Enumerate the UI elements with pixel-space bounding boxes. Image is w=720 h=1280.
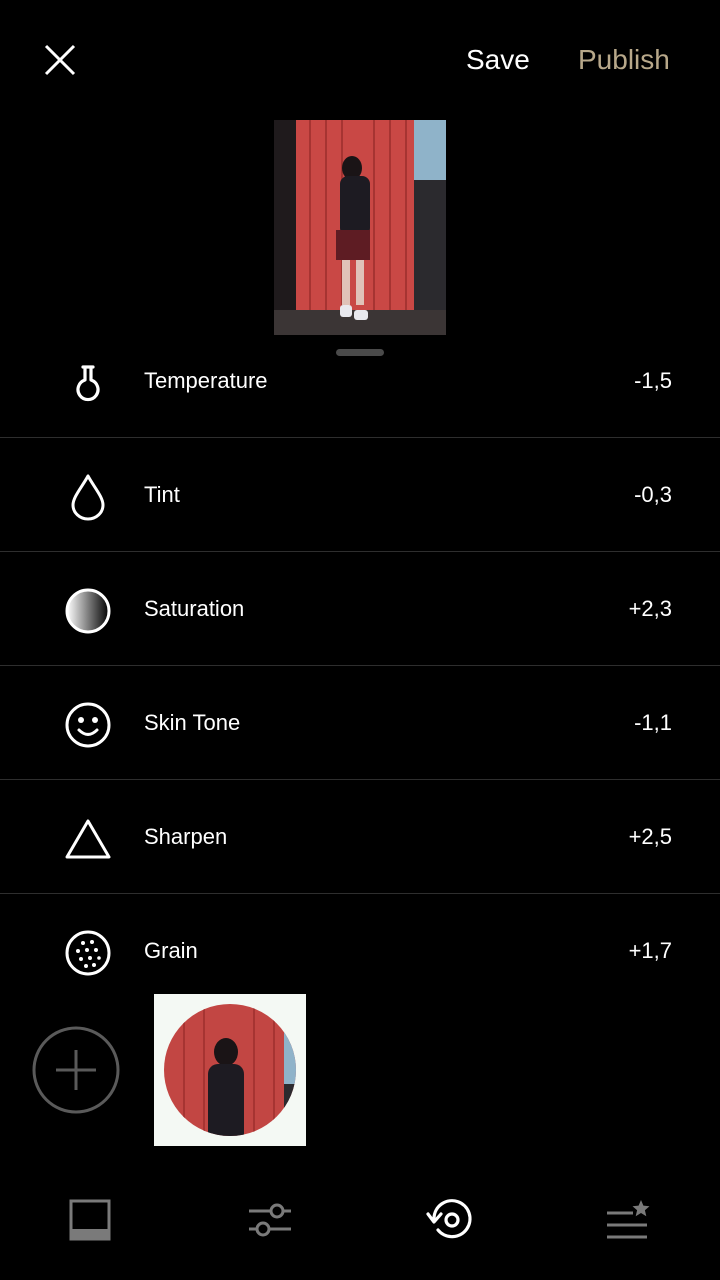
nav-adjust[interactable] <box>240 1190 300 1250</box>
adjustment-value: -1,1 <box>634 710 672 735</box>
adjustment-list: Temperature -1,5 Tint -0,3 Saturation +2… <box>0 324 720 1008</box>
frame-icon <box>69 1199 111 1241</box>
recipes-icon <box>607 1200 650 1239</box>
thermometer-icon <box>62 357 114 409</box>
bottom-toolbar <box>0 1180 720 1260</box>
adjustment-value: +1,7 <box>628 938 672 963</box>
nav-frame[interactable] <box>60 1190 120 1250</box>
adjustment-label: Tint <box>144 482 180 507</box>
droplet-icon <box>62 471 114 523</box>
adjustment-row-skin-tone[interactable]: Skin Tone -1,1 <box>0 666 720 780</box>
photo-preview <box>274 120 446 335</box>
close-icon <box>44 44 76 76</box>
adjustment-row-saturation[interactable]: Saturation +2,3 <box>0 552 720 666</box>
adjustment-value: +2,3 <box>628 596 672 621</box>
grain-icon <box>62 927 114 979</box>
preset-thumbnail[interactable] <box>154 994 306 1146</box>
add-preset-button[interactable] <box>32 1026 120 1114</box>
adjustment-label: Skin Tone <box>144 710 241 735</box>
adjustment-label: Grain <box>144 938 198 963</box>
adjustment-row-tint[interactable]: Tint -0,3 <box>0 438 720 552</box>
history-icon <box>426 1199 472 1239</box>
sliders-icon <box>249 1203 291 1237</box>
adjustment-row-sharpen[interactable]: Sharpen +2,5 <box>0 780 720 894</box>
adjustment-row-grain[interactable]: Grain +1,7 <box>0 894 720 1008</box>
saturation-icon <box>62 585 114 637</box>
adjustment-value: -0,3 <box>634 482 672 507</box>
adjustment-label: Saturation <box>144 596 245 621</box>
plus-circle-icon <box>32 1026 120 1114</box>
nav-history[interactable] <box>420 1190 480 1250</box>
publish-button[interactable]: Publish <box>578 40 670 80</box>
triangle-icon <box>62 813 114 865</box>
adjustment-label: Temperature <box>144 368 268 393</box>
nav-recipes[interactable] <box>598 1190 658 1250</box>
adjustment-value: -1,5 <box>634 368 672 393</box>
close-button[interactable] <box>38 38 82 82</box>
adjustment-label: Sharpen <box>144 824 228 849</box>
adjustment-row-temperature[interactable]: Temperature -1,5 <box>0 324 720 438</box>
smiley-icon <box>62 699 114 751</box>
adjustment-value: +2,5 <box>628 824 672 849</box>
save-button[interactable]: Save <box>466 40 530 80</box>
